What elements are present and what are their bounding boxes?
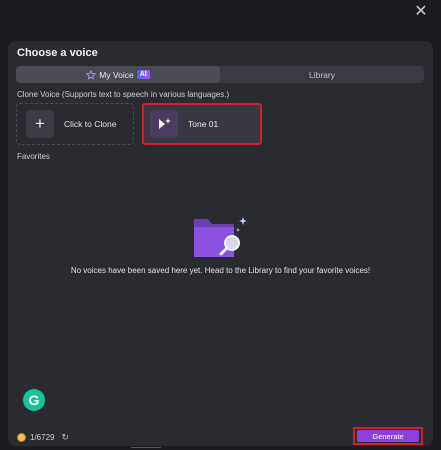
refresh-icon[interactable]: ↻ [61,432,69,443]
voice-tabs: My Voice AI Library [16,66,424,83]
tone-01-label: Tone 01 [188,119,219,129]
star-icon [86,69,97,80]
plus-icon: + [26,110,54,138]
generate-highlight: Generate [353,427,423,445]
tab-my-voice-label: My Voice [99,69,134,80]
empty-folder-search-icon [194,217,247,257]
voice-spark-icon [150,110,178,138]
voice-panel: Choose a voice My Voice AI Library Clone… [8,41,433,446]
tab-library-label: Library [309,69,335,80]
generate-button[interactable]: Generate [357,430,419,442]
click-to-clone-label: Click to Clone [64,119,117,129]
credits-value: 1/6729 [30,432,55,442]
divider [131,447,161,448]
click-to-clone-card[interactable]: + Click to Clone [16,103,134,145]
clone-section-label: Clone Voice (Supports text to speech in … [17,90,230,99]
ai-badge: AI [136,70,150,79]
favorites-label: Favorites [17,152,50,161]
tab-library[interactable]: Library [220,66,424,83]
empty-favorites-message: No voices have been saved here yet. Head… [70,266,371,275]
tab-my-voice[interactable]: My Voice AI [16,66,220,83]
coin-icon [17,432,26,442]
close-icon[interactable]: ✕ [413,4,429,20]
tone-01-card[interactable]: Tone 01 [142,103,262,145]
grammarly-icon[interactable]: G [23,389,45,411]
credits-indicator: 1/6729 ↻ [17,430,69,444]
panel-title: Choose a voice [17,47,98,59]
